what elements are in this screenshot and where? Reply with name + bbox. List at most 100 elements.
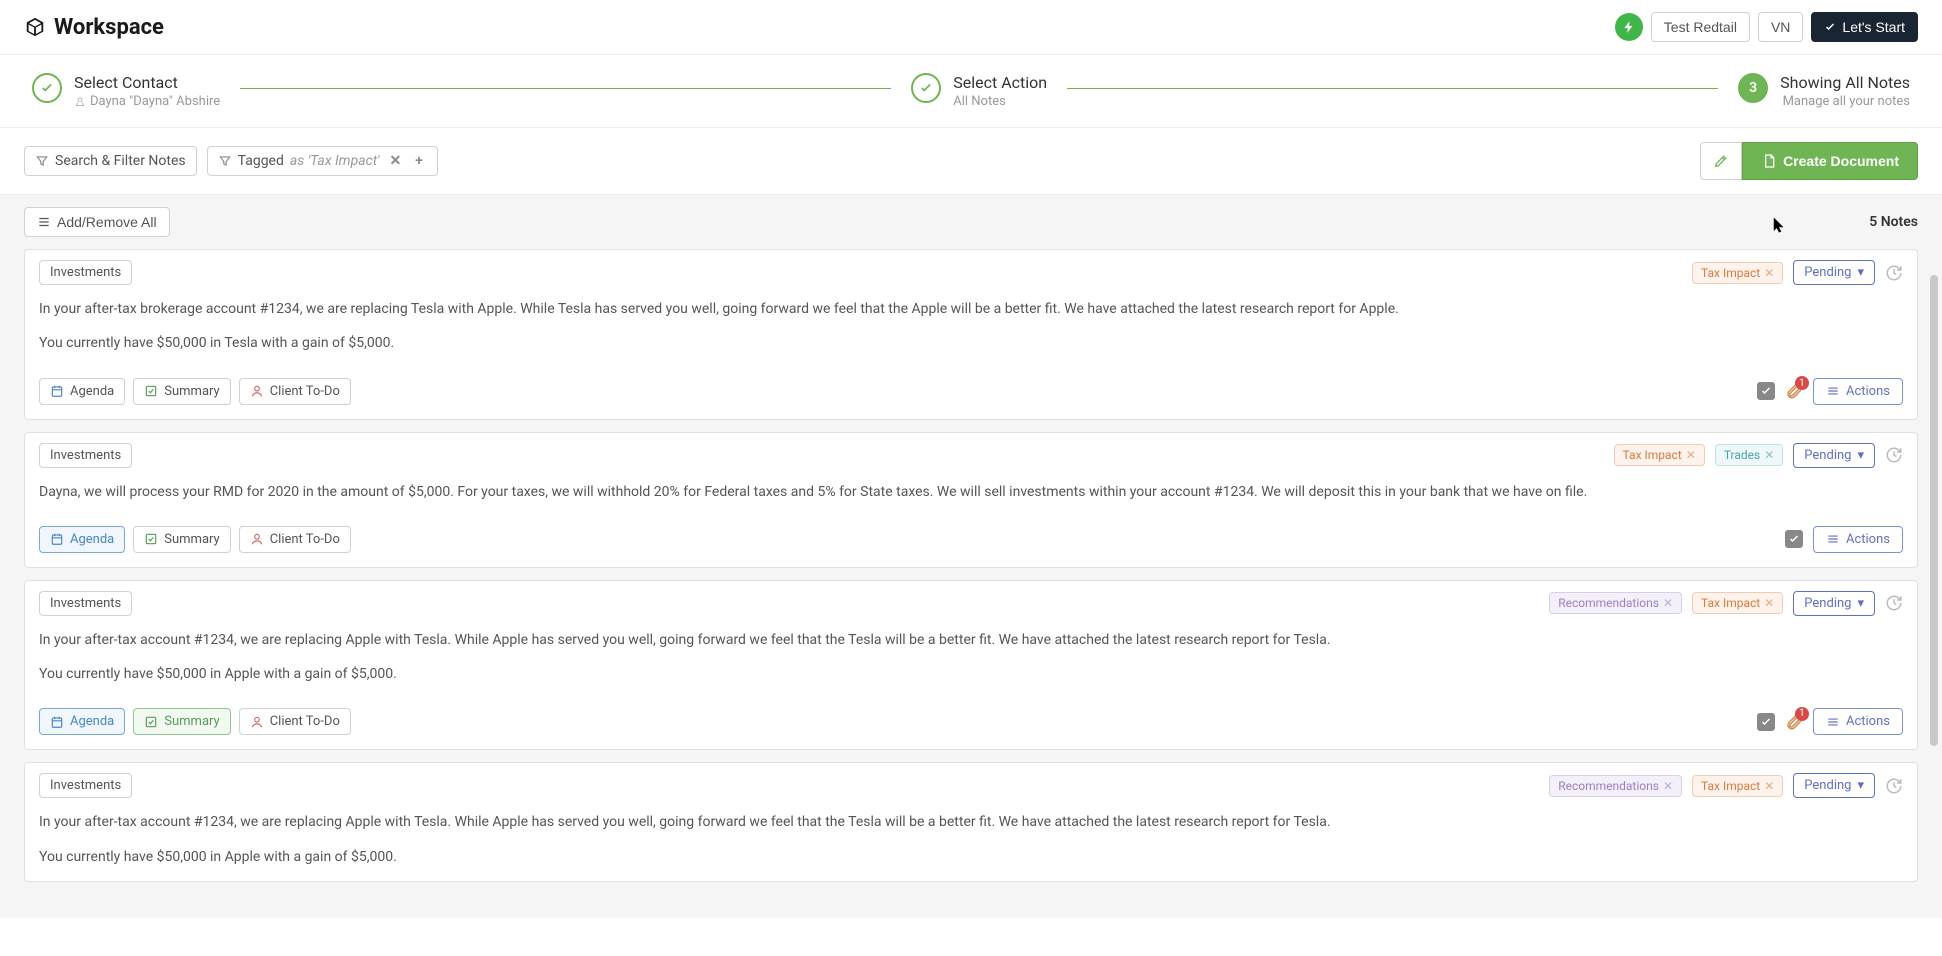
- add-filter-icon[interactable]: +: [411, 153, 427, 169]
- attachment-icon[interactable]: 1: [1785, 713, 1803, 731]
- select-note-checkbox[interactable]: [1757, 713, 1775, 731]
- note-body: In your after-tax brokerage account #123…: [25, 295, 1917, 368]
- remove-tag-icon[interactable]: ✕: [1764, 779, 1774, 793]
- note-card: Investments Recommendations✕ Tax Impact✕…: [24, 762, 1918, 882]
- calendar-icon: [50, 715, 64, 729]
- tag-recommendations[interactable]: Recommendations✕: [1549, 775, 1682, 797]
- client-todo-chip[interactable]: Client To-Do: [239, 378, 351, 405]
- calendar-icon: [50, 532, 64, 546]
- menu-icon: [1826, 384, 1840, 398]
- header-actions: Test Redtail VN Let's Start: [1615, 12, 1918, 42]
- user-initials-button[interactable]: VN: [1758, 12, 1803, 42]
- summary-chip[interactable]: Summary: [133, 378, 230, 405]
- client-todo-chip[interactable]: Client To-Do: [239, 708, 351, 735]
- remove-filter-icon[interactable]: ✕: [386, 153, 406, 169]
- filter-icon: [35, 154, 49, 168]
- document-icon: [1761, 153, 1777, 169]
- agenda-chip[interactable]: Agenda: [39, 708, 125, 735]
- tag-trades[interactable]: Trades✕: [1715, 444, 1783, 466]
- remove-tag-icon[interactable]: ✕: [1663, 596, 1673, 610]
- status-dropdown[interactable]: Pending▾: [1793, 773, 1875, 798]
- actions-button[interactable]: Actions: [1813, 708, 1903, 735]
- check-square-icon: [144, 715, 158, 729]
- remove-tag-icon[interactable]: ✕: [1764, 448, 1774, 462]
- note-category[interactable]: Investments: [39, 773, 132, 798]
- scrollbar[interactable]: [1930, 275, 1938, 948]
- notes-subbar: Add/Remove All 5 Notes: [0, 195, 1942, 249]
- notes-toolbar: Search & Filter Notes Tagged as 'Tax Imp…: [0, 128, 1942, 195]
- note-category[interactable]: Investments: [39, 591, 132, 616]
- step-3-sub: Manage all your notes: [1780, 94, 1910, 109]
- step-1-sub: Dayna "Dayna" Abshire: [90, 94, 220, 109]
- step-divider: [240, 88, 891, 89]
- step-3-number: 3: [1738, 73, 1768, 103]
- add-remove-all-button[interactable]: Add/Remove All: [24, 207, 170, 237]
- tag-tax-impact[interactable]: Tax Impact✕: [1692, 775, 1783, 797]
- create-document-button[interactable]: Create Document: [1742, 142, 1918, 180]
- note-body: In your after-tax account #1234, we are …: [25, 808, 1917, 881]
- step-2-title: Select Action: [953, 73, 1047, 92]
- notes-list: Investments Tax Impact✕ Pending▾ In your…: [0, 249, 1942, 918]
- history-icon[interactable]: [1885, 446, 1903, 464]
- chevron-down-icon: ▾: [1857, 778, 1864, 793]
- remove-tag-icon[interactable]: ✕: [1686, 448, 1696, 462]
- cube-icon: [24, 16, 46, 38]
- history-icon[interactable]: [1885, 594, 1903, 612]
- remove-tag-icon[interactable]: ✕: [1663, 779, 1673, 793]
- edit-button[interactable]: [1700, 142, 1742, 180]
- history-icon[interactable]: [1885, 264, 1903, 282]
- step-2-check-icon: [911, 73, 941, 103]
- person-icon: [74, 96, 86, 108]
- remove-tag-icon[interactable]: ✕: [1764, 596, 1774, 610]
- active-filter-tag[interactable]: Tagged as 'Tax Impact' ✕ +: [207, 146, 438, 176]
- select-note-checkbox[interactable]: [1785, 530, 1803, 548]
- lets-start-button[interactable]: Let's Start: [1811, 12, 1918, 42]
- pencil-icon: [1713, 153, 1729, 169]
- step-2-sub: All Notes: [953, 94, 1047, 109]
- attachment-count-badge: 1: [1795, 707, 1809, 721]
- step-2: Select Action All Notes: [911, 73, 1047, 109]
- actions-button[interactable]: Actions: [1813, 526, 1903, 553]
- agenda-chip[interactable]: Agenda: [39, 526, 125, 553]
- history-icon[interactable]: [1885, 777, 1903, 795]
- client-todo-chip[interactable]: Client To-Do: [239, 526, 351, 553]
- step-1-title: Select Contact: [74, 73, 220, 92]
- agenda-chip[interactable]: Agenda: [39, 378, 125, 405]
- check-square-icon: [144, 532, 158, 546]
- summary-chip[interactable]: Summary: [133, 526, 230, 553]
- tag-recommendations[interactable]: Recommendations✕: [1549, 592, 1682, 614]
- power-status-icon[interactable]: [1615, 13, 1643, 41]
- menu-icon: [1826, 532, 1840, 546]
- attachment-icon[interactable]: 1: [1785, 382, 1803, 400]
- step-1: Select Contact Dayna "Dayna" Abshire: [32, 73, 220, 109]
- user-icon: [250, 384, 264, 398]
- tag-tax-impact[interactable]: Tax Impact✕: [1692, 262, 1783, 284]
- calendar-icon: [50, 384, 64, 398]
- test-button[interactable]: Test Redtail: [1651, 12, 1750, 42]
- check-square-icon: [144, 384, 158, 398]
- note-card: Investments Recommendations✕ Tax Impact✕…: [24, 580, 1918, 751]
- step-3-title: Showing All Notes: [1780, 73, 1910, 92]
- chevron-down-icon: ▾: [1857, 596, 1864, 611]
- note-category[interactable]: Investments: [39, 260, 132, 285]
- note-body: In your after-tax account #1234, we are …: [25, 626, 1917, 699]
- step-divider: [1067, 88, 1718, 89]
- select-note-checkbox[interactable]: [1757, 382, 1775, 400]
- chevron-down-icon: ▾: [1857, 265, 1864, 280]
- search-filter-button[interactable]: Search & Filter Notes: [24, 146, 197, 176]
- tag-tax-impact[interactable]: Tax Impact✕: [1692, 592, 1783, 614]
- app-header: Workspace Test Redtail VN Let's Start: [0, 0, 1942, 55]
- tag-tax-impact[interactable]: Tax Impact✕: [1614, 444, 1705, 466]
- menu-icon: [1826, 715, 1840, 729]
- summary-chip[interactable]: Summary: [133, 708, 230, 735]
- status-dropdown[interactable]: Pending▾: [1793, 260, 1875, 285]
- scrollbar-thumb[interactable]: [1930, 275, 1938, 746]
- remove-tag-icon[interactable]: ✕: [1764, 266, 1774, 280]
- note-card: Investments Tax Impact✕ Pending▾ In your…: [24, 249, 1918, 420]
- app-logo: Workspace: [24, 15, 164, 40]
- actions-button[interactable]: Actions: [1813, 378, 1903, 405]
- user-icon: [250, 532, 264, 546]
- status-dropdown[interactable]: Pending▾: [1793, 443, 1875, 468]
- status-dropdown[interactable]: Pending▾: [1793, 591, 1875, 616]
- note-category[interactable]: Investments: [39, 443, 132, 468]
